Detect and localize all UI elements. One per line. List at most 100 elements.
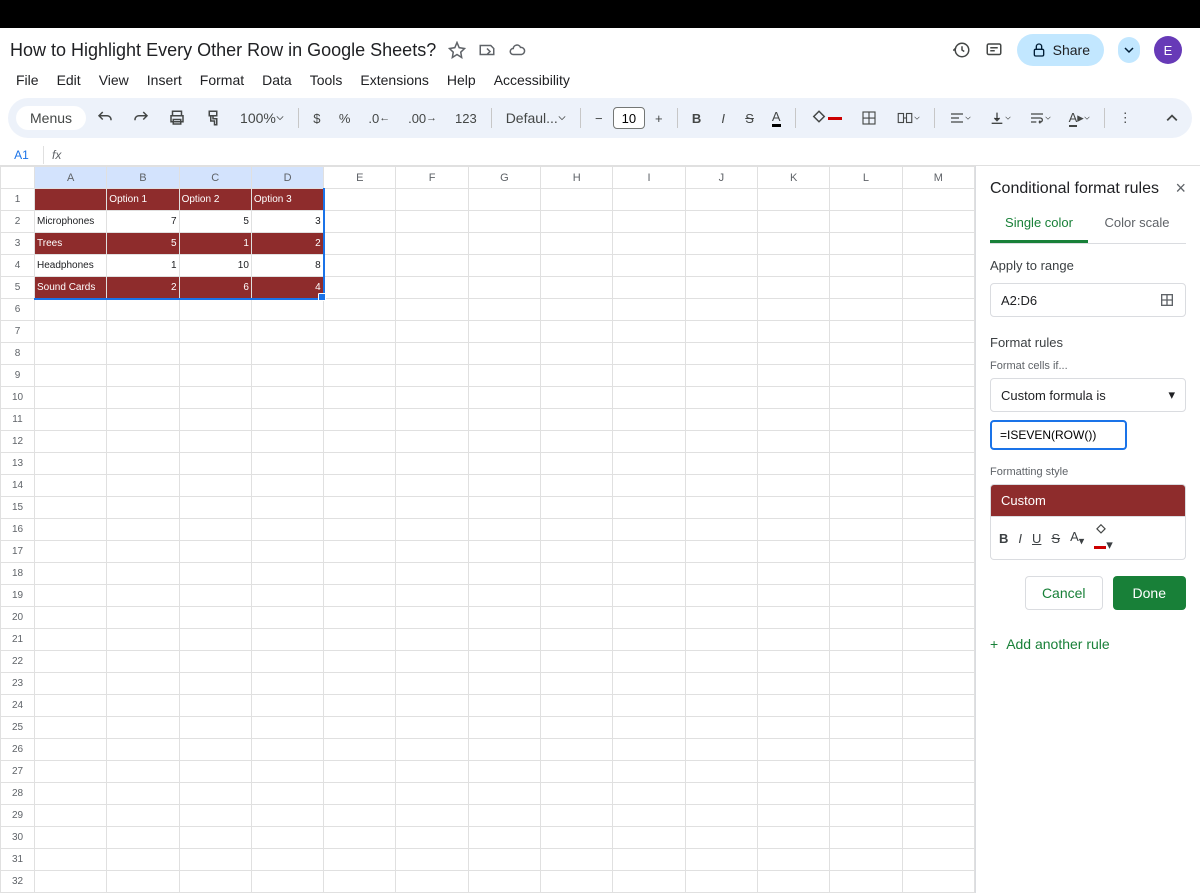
cell[interactable] [324,277,396,299]
cell[interactable] [35,343,107,365]
cell[interactable] [324,629,396,651]
cell[interactable] [830,871,902,893]
menu-accessibility[interactable]: Accessibility [486,68,578,92]
cell[interactable] [685,409,757,431]
cell[interactable] [324,453,396,475]
cell[interactable] [396,739,468,761]
cell[interactable] [324,519,396,541]
cell[interactable] [107,321,179,343]
formula-input[interactable] [990,420,1127,450]
cell[interactable] [251,431,323,453]
col-header-L[interactable]: L [830,167,902,189]
cell[interactable] [324,409,396,431]
row-header[interactable]: 28 [1,783,35,805]
cell[interactable] [251,343,323,365]
cell[interactable] [902,365,974,387]
cell[interactable] [251,805,323,827]
cell[interactable] [757,453,829,475]
cell[interactable] [35,849,107,871]
close-icon[interactable]: × [1175,178,1186,199]
cell[interactable] [324,651,396,673]
cell[interactable] [685,629,757,651]
cell[interactable] [830,827,902,849]
cell[interactable] [757,211,829,233]
cell[interactable] [757,497,829,519]
cell[interactable] [251,453,323,475]
increase-font-button[interactable]: + [647,105,671,132]
cell[interactable] [396,827,468,849]
cell[interactable] [685,805,757,827]
cell[interactable] [541,695,613,717]
fill-color-button[interactable]: ▾ [1094,523,1113,553]
cell[interactable] [613,255,685,277]
cell[interactable] [468,629,540,651]
row-header[interactable]: 22 [1,651,35,673]
cell[interactable] [468,233,540,255]
cell[interactable] [179,409,251,431]
cell[interactable] [685,761,757,783]
cell[interactable] [541,541,613,563]
cell[interactable] [613,431,685,453]
cell[interactable] [685,475,757,497]
comment-icon[interactable] [985,41,1003,59]
row-header[interactable]: 27 [1,761,35,783]
cell[interactable] [541,497,613,519]
cell[interactable] [685,211,757,233]
merge-button[interactable] [888,103,928,133]
cell[interactable] [179,497,251,519]
cell[interactable] [541,431,613,453]
cell[interactable] [541,717,613,739]
cell[interactable] [902,563,974,585]
cell[interactable] [396,761,468,783]
cell[interactable] [251,717,323,739]
row-header[interactable]: 9 [1,365,35,387]
percent-button[interactable]: % [331,105,359,132]
cell[interactable] [830,849,902,871]
tab-single-color[interactable]: Single color [990,205,1088,243]
cell[interactable] [35,739,107,761]
cell[interactable] [757,607,829,629]
cell[interactable] [902,233,974,255]
cell[interactable] [541,827,613,849]
row-header[interactable]: 4 [1,255,35,277]
cell[interactable] [251,849,323,871]
cell[interactable]: 6 [179,277,251,299]
cell[interactable] [324,871,396,893]
row-header[interactable]: 29 [1,805,35,827]
col-header-M[interactable]: M [902,167,974,189]
cell[interactable] [396,871,468,893]
row-header[interactable]: 19 [1,585,35,607]
cell[interactable] [902,651,974,673]
cell[interactable] [251,695,323,717]
col-header-I[interactable]: I [613,167,685,189]
cell[interactable] [757,563,829,585]
cell[interactable] [541,409,613,431]
cell[interactable] [35,541,107,563]
bold-button[interactable]: B [684,105,709,132]
decrease-decimal-button[interactable]: .0← [360,105,398,132]
cell[interactable] [35,189,107,211]
cell[interactable] [830,585,902,607]
cell[interactable] [468,805,540,827]
cell[interactable] [35,299,107,321]
cell[interactable] [541,673,613,695]
row-header[interactable]: 18 [1,563,35,585]
cell[interactable] [613,717,685,739]
cell[interactable] [613,739,685,761]
menus-button[interactable]: Menus [16,106,86,130]
cell[interactable] [324,299,396,321]
cell[interactable] [757,761,829,783]
row-header[interactable]: 7 [1,321,35,343]
row-header[interactable]: 13 [1,453,35,475]
cell[interactable] [685,519,757,541]
cell[interactable] [757,673,829,695]
row-header[interactable]: 23 [1,673,35,695]
cell[interactable] [902,695,974,717]
cell[interactable] [396,321,468,343]
cell[interactable] [396,805,468,827]
font-size-input[interactable] [613,107,645,129]
cell[interactable] [468,761,540,783]
cell[interactable] [830,299,902,321]
cell[interactable]: 2 [107,277,179,299]
cell[interactable] [902,475,974,497]
